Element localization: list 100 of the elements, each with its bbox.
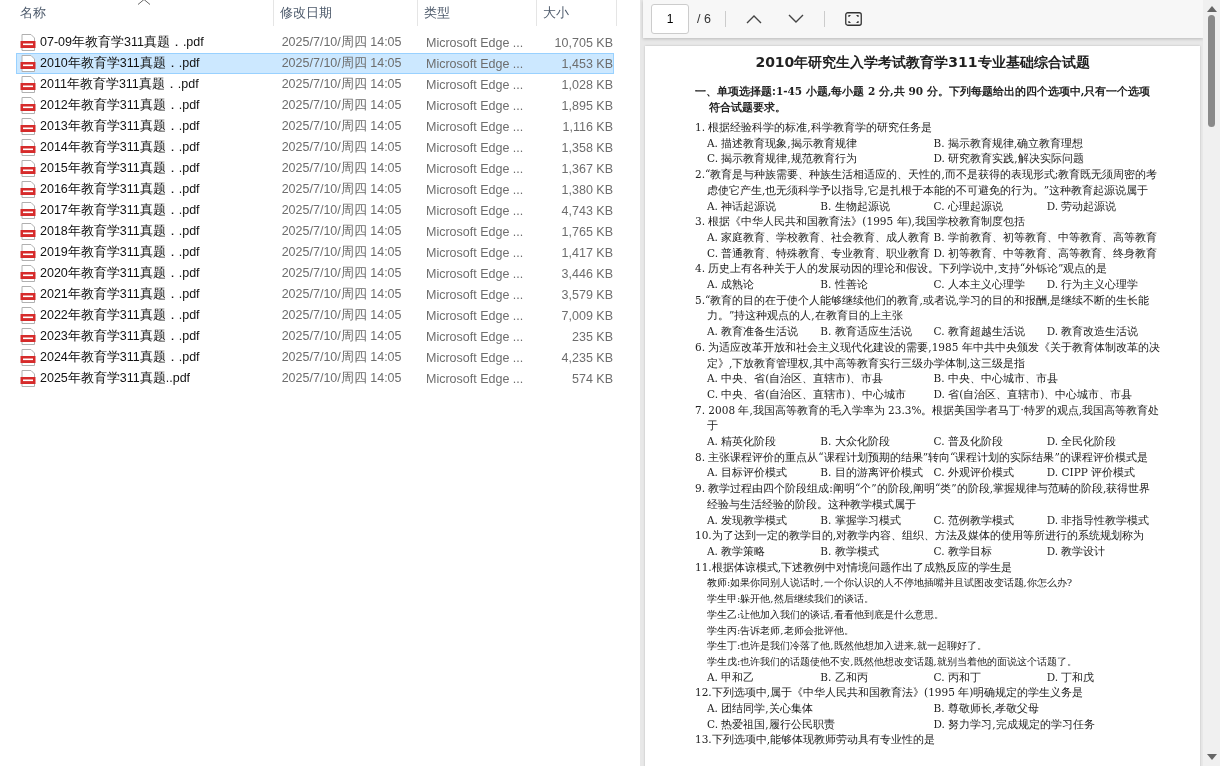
- answer-option: C. 热爱祖国,履行公民职责: [707, 716, 934, 733]
- question-text: 12.下列选项中,属于《中华人民共和国教育法》(1995 年)明确规定的学生义务是: [695, 685, 1085, 701]
- file-type: Microsoft Edge ...: [424, 203, 525, 218]
- file-row[interactable]: 2018年教育学311真题．.pdf 2025/7/10/周四 14:05 Microsoft Edge ... 1,765 KB: [16, 221, 614, 242]
- file-row[interactable]: 2010年教育学311真题．.pdf 2025/7/10/周四 14:05 Microsoft Edge ... 1,453 KB: [16, 53, 614, 74]
- file-type: Microsoft Edge ...: [424, 77, 525, 92]
- answer-option: A. 甲和乙: [707, 669, 821, 686]
- file-size: 1,116 KB: [561, 119, 613, 134]
- file-row[interactable]: 2020年教育学311真题．.pdf 2025/7/10/周四 14:05 Microsoft Edge ... 3,446 KB: [16, 263, 614, 284]
- scroll-up-arrow-icon[interactable]: [1206, 6, 1217, 12]
- answer-option: A. 家庭教育、学校教育、社会教育、成人教育: [707, 229, 934, 246]
- file-name: 2010年教育学311真题．.pdf: [40, 55, 200, 72]
- pdf-file-icon: [20, 34, 36, 51]
- answer-option: C. 外观评价模式: [933, 465, 1047, 482]
- file-row[interactable]: 2025年教育学311真题..pdf 2025/7/10/周四 14:05 Microsoft Edge ... 574 KB: [16, 368, 614, 389]
- file-row[interactable]: 2021年教育学311真题．.pdf 2025/7/10/周四 14:05 Microsoft Edge ... 3,579 KB: [16, 284, 614, 305]
- pdf-file-icon: [20, 244, 36, 261]
- scroll-down-arrow-icon[interactable]: [1206, 754, 1217, 760]
- file-type: Microsoft Edge ...: [424, 308, 525, 323]
- file-type: Microsoft Edge ...: [424, 329, 525, 344]
- answer-option: A. 成熟论: [707, 277, 821, 293]
- answer-option: D. 行为主义心理学: [1046, 277, 1160, 293]
- answer-option: D. 丁和戊: [1046, 669, 1160, 686]
- file-row[interactable]: 2024年教育学311真题．.pdf 2025/7/10/周四 14:05 Microsoft Edge ... 4,235 KB: [16, 347, 614, 368]
- column-header[interactable]: 大小: [543, 4, 569, 22]
- modified-date: 2025/7/10/周四 14:05: [280, 307, 403, 324]
- file-size: 4,235 KB: [560, 350, 613, 365]
- answer-option: C. 揭示教育规律,规范教育行为: [707, 151, 934, 168]
- question-text: 11.根据体谅模式,下述教例中对情境问题作出了成熟反应的学生是: [695, 559, 1014, 575]
- file-size: 1,028 KB: [560, 77, 613, 92]
- file-type: Microsoft Edge ...: [424, 161, 525, 176]
- file-type: Microsoft Edge ...: [424, 35, 525, 50]
- pdf-file-icon: [20, 202, 36, 219]
- column-header[interactable]: 名称: [20, 4, 46, 22]
- modified-date: 2025/7/10/周四 14:05: [280, 34, 403, 51]
- answer-option: B. 大众化阶段: [820, 434, 934, 450]
- page-number-field[interactable]: 1: [651, 4, 689, 34]
- column-header[interactable]: 修改日期: [280, 4, 332, 22]
- file-row[interactable]: 2017年教育学311真题．.pdf 2025/7/10/周四 14:05 Microsoft Edge ... 4,743 KB: [16, 200, 614, 221]
- file-type: Microsoft Edge ...: [424, 266, 525, 281]
- file-row[interactable]: 2016年教育学311真题．.pdf 2025/7/10/周四 14:05 Microsoft Edge ... 1,380 KB: [16, 179, 614, 200]
- answer-option: D. 劳动起源说: [1046, 198, 1160, 215]
- file-row[interactable]: 2019年教育学311真题．.pdf 2025/7/10/周四 14:05 Microsoft Edge ... 1,417 KB: [16, 242, 614, 263]
- modified-date: 2025/7/10/周四 14:05: [280, 55, 403, 72]
- pdf-file-icon: [20, 139, 36, 156]
- fit-to-page-icon[interactable]: [844, 12, 862, 26]
- file-name: 2024年教育学311真题．.pdf: [40, 349, 200, 366]
- file-size: 7,009 KB: [560, 308, 613, 323]
- dialogue-line: 学生丙:告诉老师,老师会批评他。: [706, 623, 855, 638]
- file-size: 574 KB: [571, 371, 613, 386]
- file-row[interactable]: 2011年教育学311真题．.pdf 2025/7/10/周四 14:05 Microsoft Edge ... 1,028 KB: [16, 74, 614, 95]
- answer-option: A. 教学策略: [707, 544, 821, 560]
- file-name: 2025年教育学311真题..pdf: [40, 370, 191, 387]
- answer-option: D. 教育改造生活说: [1046, 324, 1160, 340]
- answer-option: C. 普通教育、特殊教育、专业教育、职业教育: [707, 245, 934, 262]
- file-row[interactable]: 2023年教育学311真题．.pdf 2025/7/10/周四 14:05 Microsoft Edge ... 235 KB: [16, 326, 614, 347]
- modified-date: 2025/7/10/周四 14:05: [280, 286, 403, 303]
- modified-date: 2025/7/10/周四 14:05: [280, 118, 403, 135]
- file-name: 2012年教育学311真题．.pdf: [40, 97, 200, 114]
- answer-option: D. 非指导性教学模式: [1046, 512, 1160, 529]
- file-type: Microsoft Edge ...: [424, 56, 525, 71]
- file-size: 235 KB: [571, 329, 613, 344]
- modified-date: 2025/7/10/周四 14:05: [280, 370, 403, 387]
- file-name: 2020年教育学311真题．.pdf: [40, 265, 200, 282]
- up-chevron-icon[interactable]: [745, 14, 762, 24]
- answer-option: B. 揭示教育规律,确立教育理想: [933, 135, 1160, 152]
- answer-option: B. 掌握学习模式: [820, 512, 934, 529]
- file-row[interactable]: 2014年教育学311真题．.pdf 2025/7/10/周四 14:05 Microsoft Edge ... 1,358 KB: [16, 137, 614, 158]
- pdf-file-icon: [20, 181, 36, 198]
- dialogue-line: 学生甲:躲开他,然后继续我们的谈话。: [706, 592, 875, 607]
- file-row[interactable]: 2022年教育学311真题．.pdf 2025/7/10/周四 14:05 Microsoft Edge ... 7,009 KB: [16, 305, 614, 326]
- modified-date: 2025/7/10/周四 14:05: [280, 97, 403, 114]
- answer-option: A. 发现教学模式: [707, 512, 821, 529]
- column-header[interactable]: 类型: [424, 4, 450, 22]
- pdf-file-icon: [20, 223, 36, 240]
- answer-option: B. 学前教育、初等教育、中等教育、高等教育: [933, 229, 1160, 246]
- file-row[interactable]: 2013年教育学311真题．.pdf 2025/7/10/周四 14:05 Microsoft Edge ... 1,116 KB: [16, 116, 614, 137]
- file-row[interactable]: 07-09年教育学311真题．.pdf 2025/7/10/周四 14:05 Microsoft Edge ... 10,705 KB: [16, 32, 614, 53]
- answer-option: A. 描述教育现象,揭示教育规律: [707, 135, 934, 152]
- file-row[interactable]: 2012年教育学311真题．.pdf 2025/7/10/周四 14:05 Microsoft Edge ... 1,895 KB: [16, 95, 614, 116]
- scrollbar-thumb[interactable]: [1208, 15, 1215, 127]
- question-text: 5.“教育的目的在于使个人能够继续他们的教育,或者说,学习的目的和报酬,是继续不断的生长能力。”持这种观点的人,在教育目的上主张: [695, 292, 1151, 324]
- scrollbar[interactable]: [1203, 0, 1220, 766]
- question-text: 13.下列选项中,能够体现教师劳动具有专业性的是: [695, 732, 937, 748]
- file-name: 2018年教育学311真题．.pdf: [40, 223, 200, 240]
- answer-option: A. 中央、省(自治区、直辖市)、市县: [707, 371, 934, 387]
- answer-option: D. CIPP 评价模式: [1046, 465, 1160, 482]
- question-text: 9. 教学过程由四个阶段组成:阐明“个”的阶段,阐明“类”的阶段,掌握规律与范畴的阶段,获得世界经验与生活经验的阶段。这种教学模式属于: [695, 481, 1152, 512]
- file-type: Microsoft Edge ...: [424, 224, 525, 239]
- answer-option: B. 生物起源说: [820, 198, 934, 215]
- answer-option: D. 省(自治区、直辖市)、中心城市、市县: [933, 386, 1160, 403]
- file-name: 2023年教育学311真题．.pdf: [40, 328, 200, 345]
- question-text: 1. 根据经验科学的标准,科学教育学的研究任务是: [695, 120, 933, 135]
- question-text: 6. 为适应改革开放和社会主义现代化建设的需要,1985 年中共中央颁发《关于教育体制改革的决定》,下放教育管理权,其中高等教育实行三级办学体制,这三级是指: [695, 339, 1160, 371]
- answer-option: C. 教育超越生活说: [933, 324, 1047, 340]
- file-size: 1,367 KB: [560, 161, 613, 176]
- file-row[interactable]: 2015年教育学311真题．.pdf 2025/7/10/周四 14:05 Microsoft Edge ... 1,367 KB: [16, 158, 614, 179]
- answer-option: B. 尊敬师长,孝敬父母: [933, 701, 1160, 717]
- down-chevron-icon[interactable]: [787, 14, 804, 24]
- file-name: 2019年教育学311真题．.pdf: [40, 244, 200, 261]
